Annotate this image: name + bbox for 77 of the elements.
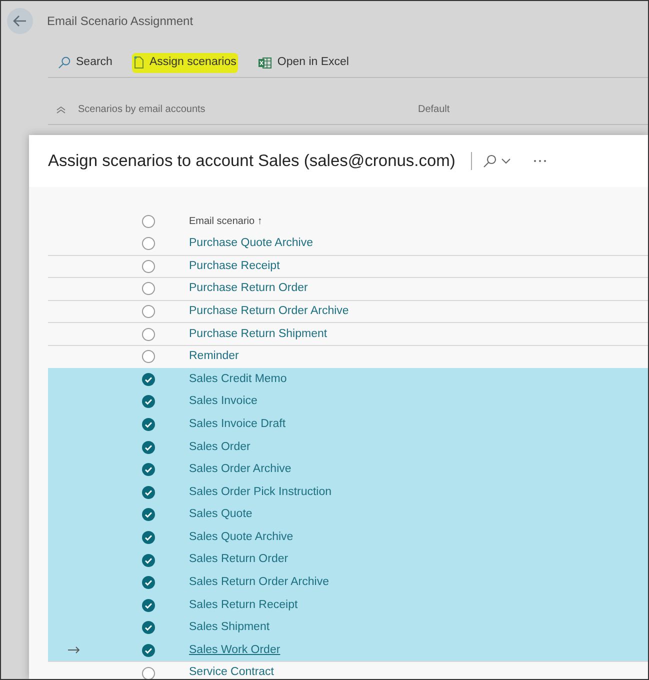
table-row[interactable]: Purchase Return Order Archive [48, 300, 648, 322]
search-icon[interactable] [483, 154, 498, 168]
table-row[interactable]: Sales Order Archive [48, 458, 648, 481]
scenario-link[interactable]: Sales Quote [189, 506, 252, 524]
scenario-link[interactable]: Reminder [189, 348, 239, 366]
table-row[interactable]: Sales Quote Archive [48, 526, 648, 548]
table-row[interactable]: Sales Order Pick Instruction [48, 480, 648, 504]
scenario-link[interactable]: Purchase Receipt [189, 258, 280, 276]
checked-checkbox[interactable] [142, 621, 155, 634]
unchecked-checkbox[interactable] [142, 666, 155, 679]
table-row[interactable]: Sales Invoice [48, 390, 648, 413]
checked-checkbox[interactable] [142, 486, 155, 499]
checked-checkbox[interactable] [142, 531, 155, 544]
document-icon [134, 56, 144, 69]
column-header: Scenarios by email accounts [78, 103, 206, 117]
scenario-link[interactable]: Sales Return Order Archive [189, 574, 329, 592]
table-row[interactable]: Purchase Return Order [48, 277, 648, 300]
back-button[interactable] [7, 8, 33, 34]
checked-checkbox[interactable] [142, 418, 155, 432]
toolbar-button[interactable]: Assign scenarios [132, 52, 238, 72]
checked-checkbox[interactable] [142, 372, 155, 386]
table-row[interactable]: Sales Work Order [48, 638, 648, 662]
table-row[interactable]: Sales Return Order [48, 548, 648, 571]
scenario-link[interactable]: Sales Order Pick Instruction [189, 484, 332, 501]
table-row[interactable]: Purchase Quote Archive [48, 232, 648, 255]
scenario-link[interactable]: Sales Order [189, 438, 250, 456]
column-header[interactable]: Email scenario ↑ [189, 214, 262, 228]
scenario-link[interactable]: Sales Invoice [189, 393, 258, 411]
scenario-link[interactable]: Sales Return Receipt [189, 596, 298, 614]
unchecked-checkbox[interactable] [142, 305, 155, 318]
spreadsheet-icon [258, 56, 272, 68]
chevron-down-icon[interactable] [501, 158, 512, 164]
scenario-link[interactable]: Service Contract [189, 664, 274, 679]
table-row[interactable]: Sales Shipment [48, 616, 648, 639]
scenario-link[interactable]: Sales Shipment [189, 619, 270, 637]
scenario-link[interactable]: Sales Quote Archive [189, 528, 294, 546]
table-row[interactable]: Sales Return Receipt [48, 594, 648, 616]
dialog-title: Assign scenarios to account Sales (sales@cronus.com) [48, 150, 456, 172]
checked-checkbox[interactable] [142, 463, 155, 476]
unchecked-checkbox[interactable] [142, 282, 155, 296]
scenario-link[interactable]: Sales Invoice Draft [189, 416, 286, 434]
toolbar-button[interactable]: Open in Excel [256, 52, 351, 72]
unchecked-checkbox[interactable] [142, 328, 155, 341]
scenario-link[interactable]: Purchase Return Order Archive [189, 302, 349, 320]
toolbar-button[interactable]: Search [56, 52, 114, 72]
checked-checkbox[interactable] [142, 644, 155, 657]
table-row[interactable]: Sales Order [48, 435, 648, 458]
checked-checkbox[interactable] [142, 440, 155, 454]
scenario-link[interactable]: Sales Order Archive [189, 461, 292, 478]
checked-checkbox[interactable] [142, 508, 155, 522]
collapse-icon[interactable] [56, 106, 66, 114]
scenario-link[interactable]: Purchase Return Order [189, 280, 308, 298]
table-row[interactable]: Sales Quote [48, 503, 648, 526]
checked-checkbox[interactable] [142, 395, 155, 408]
scenario-link[interactable]: Sales Return Order [189, 551, 288, 569]
checked-checkbox[interactable] [142, 576, 155, 590]
table-row[interactable]: Service Contract [48, 661, 648, 679]
column-header: Default [418, 103, 450, 117]
unchecked-checkbox[interactable] [142, 350, 155, 364]
scenario-link[interactable]: Sales Work Order [189, 642, 280, 660]
table-row[interactable]: Sales Credit Memo [48, 368, 648, 390]
page-title: Email Scenario Assignment [47, 13, 194, 30]
checked-checkbox[interactable] [142, 598, 155, 612]
search-icon [58, 56, 71, 69]
unchecked-checkbox[interactable] [142, 237, 155, 250]
more-options-icon[interactable] [533, 159, 548, 163]
back-arrow-icon [13, 15, 27, 27]
select-all-checkbox[interactable] [142, 214, 155, 228]
unchecked-checkbox[interactable] [142, 260, 155, 273]
table-row[interactable]: Sales Return Order Archive [48, 570, 648, 594]
table-row[interactable]: Purchase Return Shipment [48, 322, 648, 345]
table-row[interactable]: Sales Invoice Draft [48, 412, 648, 436]
scenario-link[interactable]: Sales Credit Memo [189, 370, 287, 388]
checked-checkbox[interactable] [142, 554, 155, 567]
table-row[interactable]: Purchase Receipt [48, 254, 648, 278]
scenario-link[interactable]: Purchase Quote Archive [189, 235, 314, 252]
scenario-link[interactable]: Purchase Return Shipment [189, 326, 328, 343]
